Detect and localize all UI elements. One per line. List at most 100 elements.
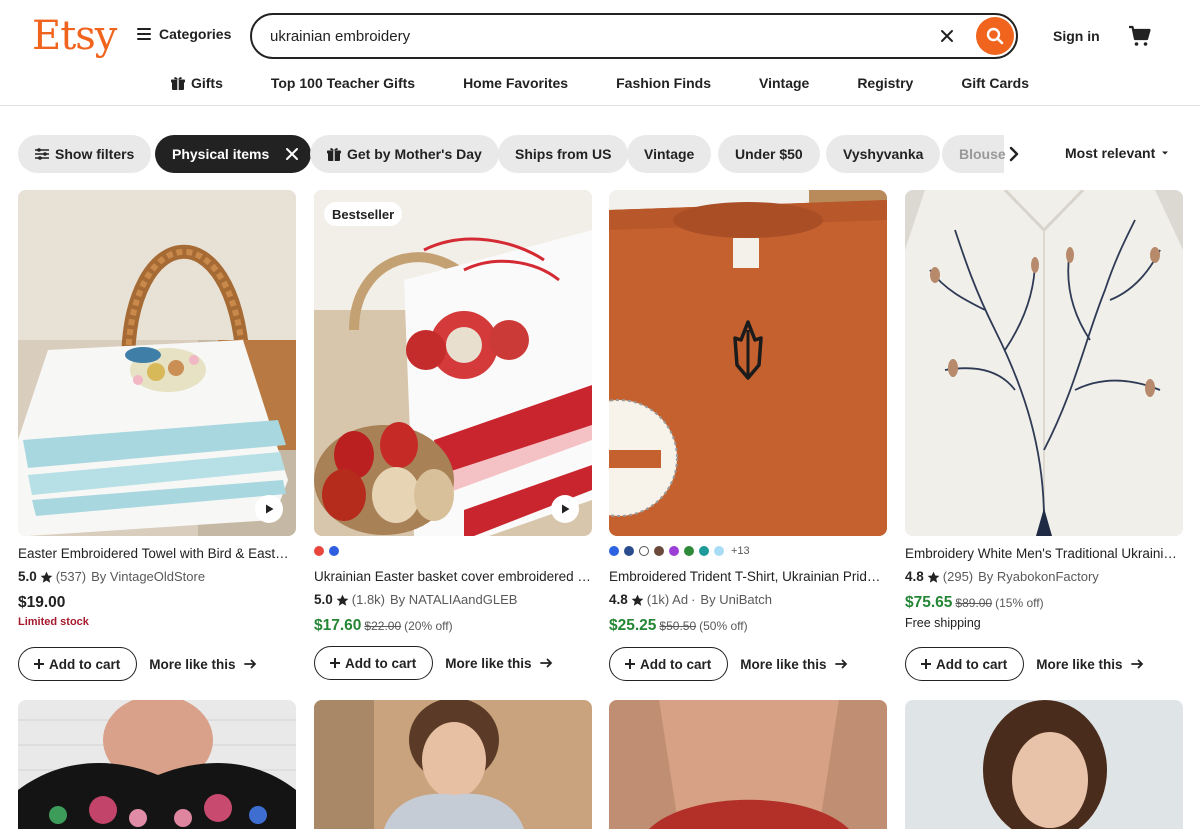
listing-card: Bestseller Ukrainian Easter basket cover…: [314, 190, 592, 680]
search-input[interactable]: [270, 15, 920, 57]
site-header: Etsy Categories Sign in: [0, 0, 1200, 106]
card-actions: Add to cart More like this: [905, 647, 1144, 681]
color-swatch[interactable]: [329, 546, 339, 556]
search-bar: [250, 13, 1018, 59]
review-count: (1k): [646, 592, 670, 607]
nav-fashion-finds[interactable]: Fashion Finds: [592, 72, 735, 94]
black-embroidered-blouse-image: [18, 700, 296, 829]
nav-gifts[interactable]: Gifts: [147, 72, 247, 94]
listing-image[interactable]: [18, 190, 296, 536]
chip-vintage[interactable]: Vintage: [627, 135, 712, 173]
add-to-cart-button[interactable]: Add to cart: [609, 647, 729, 681]
mens-embroidered-shirt-image: [905, 190, 1183, 536]
more-like-this-label: More like this: [1036, 656, 1123, 672]
listing-image[interactable]: [18, 700, 296, 829]
etsy-logo[interactable]: Etsy: [32, 11, 117, 61]
gift-icon: [327, 148, 341, 161]
easter-basket-cover-image: [314, 190, 592, 536]
ad-label[interactable]: Ad: [672, 592, 688, 608]
free-shipping-note: Free shipping: [905, 616, 981, 630]
show-filters-label: Show filters: [55, 146, 135, 162]
color-swatch[interactable]: [669, 546, 679, 556]
plus-icon: [921, 659, 931, 669]
more-colors-count[interactable]: +13: [731, 545, 750, 557]
add-to-cart-label: Add to cart: [345, 655, 417, 671]
chip-ships-from-us[interactable]: Ships from US: [498, 135, 629, 173]
listing-title[interactable]: Embroidered Trident T-Shirt, Ukrainian P…: [609, 568, 887, 585]
listing-rating: 4.8 (1k) Ad · By UniBatch: [609, 592, 887, 608]
more-like-this-link[interactable]: More like this: [740, 657, 847, 672]
chip-under-50[interactable]: Under $50: [718, 135, 820, 173]
color-swatch[interactable]: [654, 546, 664, 556]
listing-title[interactable]: Ukrainian Easter basket cover embroidere…: [314, 568, 592, 585]
listing-image[interactable]: [609, 700, 887, 829]
trident-tshirt-image: [609, 190, 887, 536]
listing-title[interactable]: Embroidery White Men's Traditional Ukrai…: [905, 545, 1183, 562]
categories-label: Categories: [159, 26, 232, 42]
chip-mothers-day[interactable]: Get by Mother's Day: [310, 135, 499, 173]
listing-rating: 5.0 (537) By VintageOldStore: [18, 569, 296, 585]
listing-image[interactable]: [609, 190, 887, 536]
color-swatch[interactable]: [609, 546, 619, 556]
listing-title[interactable]: Easter Embroidered Towel with Bird & Eas…: [18, 545, 296, 562]
gift-icon: [170, 77, 185, 90]
close-icon[interactable]: [283, 145, 301, 163]
discount-percent: (20% off): [404, 619, 453, 633]
caret-down-icon: [1162, 151, 1169, 155]
more-like-this-link[interactable]: More like this: [445, 656, 552, 671]
discount-percent: (50% off): [699, 619, 748, 633]
price-value: $19.00: [18, 594, 66, 611]
nav-home-favorites[interactable]: Home Favorites: [439, 72, 592, 94]
original-price: $50.50: [659, 619, 697, 633]
more-like-this-link[interactable]: More like this: [149, 657, 256, 672]
play-video-button[interactable]: [255, 495, 283, 523]
play-video-button[interactable]: [551, 495, 579, 523]
discount-percent: (15% off): [995, 596, 1044, 610]
color-swatch[interactable]: [624, 546, 634, 556]
listing-image[interactable]: [905, 700, 1183, 829]
shop-name[interactable]: By NATALIAandGLEB: [390, 592, 517, 608]
nav-gift-cards[interactable]: Gift Cards: [937, 72, 1053, 94]
listing-rating: 5.0 (1.8k) By NATALIAandGLEB: [314, 592, 592, 608]
add-to-cart-button[interactable]: Add to cart: [314, 646, 434, 680]
rating-score: 4.8: [905, 569, 924, 584]
add-to-cart-button[interactable]: Add to cart: [18, 647, 138, 681]
more-like-this-link[interactable]: More like this: [1036, 657, 1143, 672]
original-price: $89.00: [955, 596, 993, 610]
chip-physical-items[interactable]: Physical items: [155, 135, 312, 173]
listing-card: [609, 700, 887, 829]
color-swatch[interactable]: [699, 546, 709, 556]
play-icon: [562, 504, 570, 514]
add-to-cart-label: Add to cart: [640, 656, 712, 672]
chip-blouse[interactable]: Blouse: [942, 135, 1006, 173]
more-like-this-label: More like this: [149, 656, 236, 672]
listing-image[interactable]: [314, 700, 592, 829]
color-swatch[interactable]: [684, 546, 694, 556]
clear-icon[interactable]: [937, 26, 957, 46]
color-swatch[interactable]: [639, 546, 649, 556]
listing-image[interactable]: Bestseller: [314, 190, 592, 536]
listing-image[interactable]: [905, 190, 1183, 536]
search-button[interactable]: [976, 17, 1014, 55]
shop-name[interactable]: By VintageOldStore: [91, 569, 205, 585]
nav-registry[interactable]: Registry: [833, 72, 937, 94]
cart-icon[interactable]: [1128, 24, 1152, 48]
color-swatch[interactable]: [314, 546, 324, 556]
add-to-cart-button[interactable]: Add to cart: [905, 647, 1025, 681]
sort-dropdown[interactable]: Most relevant: [1065, 145, 1169, 161]
nav-teacher-gifts[interactable]: Top 100 Teacher Gifts: [247, 72, 439, 94]
chip-mothers-day-label: Get by Mother's Day: [347, 146, 482, 162]
show-filters-button[interactable]: Show filters: [18, 135, 152, 173]
shop-name[interactable]: By RyabokonFactory: [978, 569, 1099, 585]
price-value: $75.65: [905, 594, 953, 611]
chevron-right-icon[interactable]: [1004, 144, 1024, 164]
chip-vyshyvanka[interactable]: Vyshyvanka: [826, 135, 941, 173]
arrow-right-icon: [1130, 659, 1143, 669]
rating-score: 5.0: [314, 592, 333, 607]
categories-button[interactable]: Categories: [137, 26, 231, 42]
woman-portrait-image: [905, 700, 1183, 829]
nav-vintage[interactable]: Vintage: [735, 72, 833, 94]
color-swatch[interactable]: [714, 546, 724, 556]
shop-name[interactable]: By UniBatch: [700, 592, 772, 608]
sign-in-link[interactable]: Sign in: [1053, 28, 1100, 44]
